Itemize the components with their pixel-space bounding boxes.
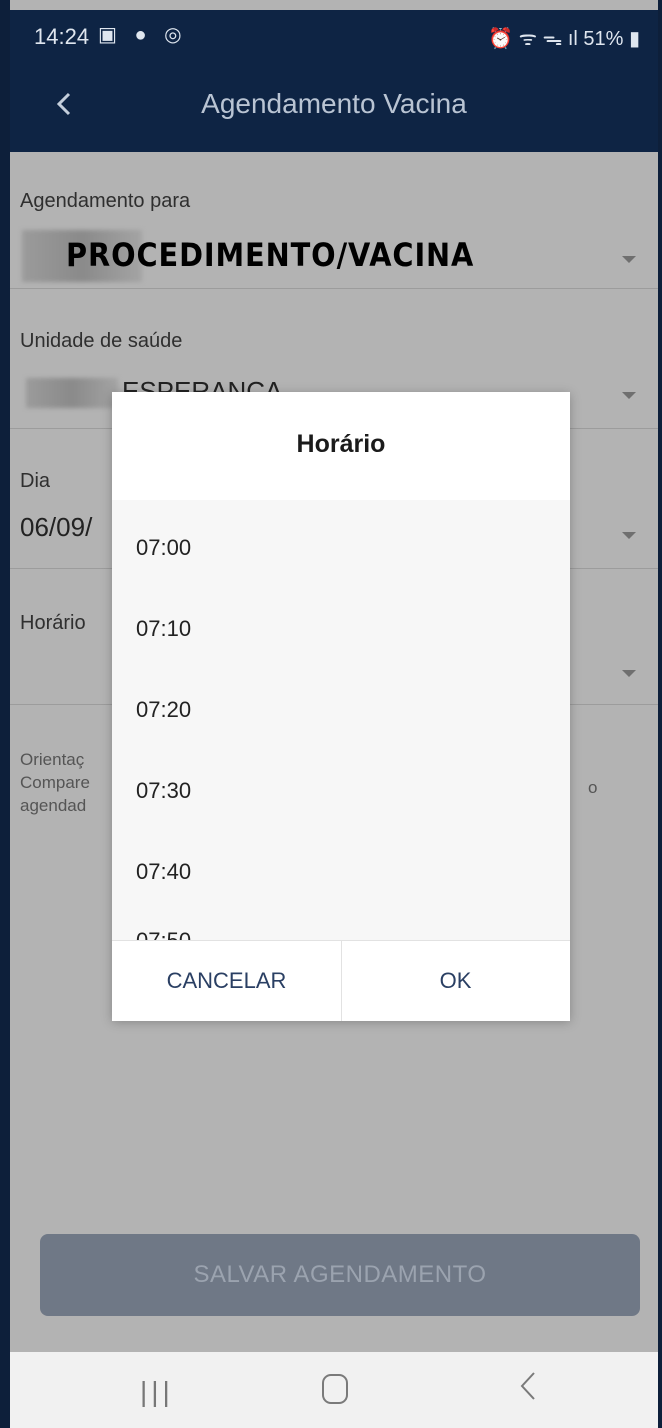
recent-apps-icon[interactable]: ||| xyxy=(140,1376,174,1408)
back-chevron-icon[interactable] xyxy=(518,1368,538,1404)
orientation-tail: o xyxy=(588,778,598,797)
agendamento-label: Agendamento para xyxy=(20,190,191,212)
status-time: 14:24 xyxy=(34,24,90,49)
dia-value[interactable]: 06/09/ xyxy=(20,512,92,543)
horario-label: Horário xyxy=(20,612,86,634)
agendamento-value[interactable]: PROCEDIMENTO/VACINA xyxy=(66,236,474,274)
status-bar: 14:24 ▣ ● ◎ ⏰ ᯤ ᯓ ıl 51% ▮ xyxy=(10,10,658,60)
orientation-line: Compare xyxy=(20,773,90,792)
notification-icons: ▣ ● ◎ xyxy=(98,24,188,46)
frame-left-edge xyxy=(0,0,10,1428)
dialog-header: Horário xyxy=(112,392,570,501)
chevron-down-icon[interactable] xyxy=(622,670,636,677)
cancel-button[interactable]: CANCELAR xyxy=(112,941,342,1021)
save-button[interactable]: SALVAR AGENDAMENTO xyxy=(40,1234,640,1316)
time-options-list[interactable]: 07:00 07:10 07:20 07:30 07:40 07:50 xyxy=(112,500,570,940)
redacted-blur xyxy=(26,378,118,408)
system-status-icons: ⏰ ᯤ ᯓ ıl 51% ▮ xyxy=(488,28,640,50)
time-option[interactable]: 07:00 xyxy=(136,535,191,561)
divider xyxy=(10,288,658,289)
time-option[interactable]: 07:20 xyxy=(136,697,191,723)
dialog-title: Horário xyxy=(296,430,386,458)
home-circle-icon[interactable] xyxy=(322,1374,348,1404)
dia-label: Dia xyxy=(20,470,51,492)
chevron-down-icon[interactable] xyxy=(622,256,636,263)
dialog-footer: CANCELAR OK xyxy=(112,940,570,1021)
orientation-line: Orientaç xyxy=(20,750,85,769)
unidade-label: Unidade de saúde xyxy=(20,330,183,352)
time-option[interactable]: 07:50 xyxy=(136,928,191,940)
chevron-down-icon[interactable] xyxy=(622,532,636,539)
system-nav-bar: ||| xyxy=(10,1352,658,1428)
time-option[interactable]: 07:40 xyxy=(136,859,191,885)
orientation-text: Orientaç Compare agendad xyxy=(20,748,90,817)
page-title: Agendamento Vacina xyxy=(201,88,467,119)
orientation-line: agendad xyxy=(20,796,87,815)
app-bar: Agendamento Vacina xyxy=(10,60,658,152)
chevron-down-icon[interactable] xyxy=(622,392,636,399)
time-picker-dialog: Horário 07:00 07:10 07:20 07:30 07:40 07… xyxy=(112,392,570,1021)
ok-button[interactable]: OK xyxy=(341,941,570,1021)
time-option[interactable]: 07:10 xyxy=(136,616,191,642)
time-option[interactable]: 07:30 xyxy=(136,778,191,804)
frame-right-edge xyxy=(658,0,662,1428)
